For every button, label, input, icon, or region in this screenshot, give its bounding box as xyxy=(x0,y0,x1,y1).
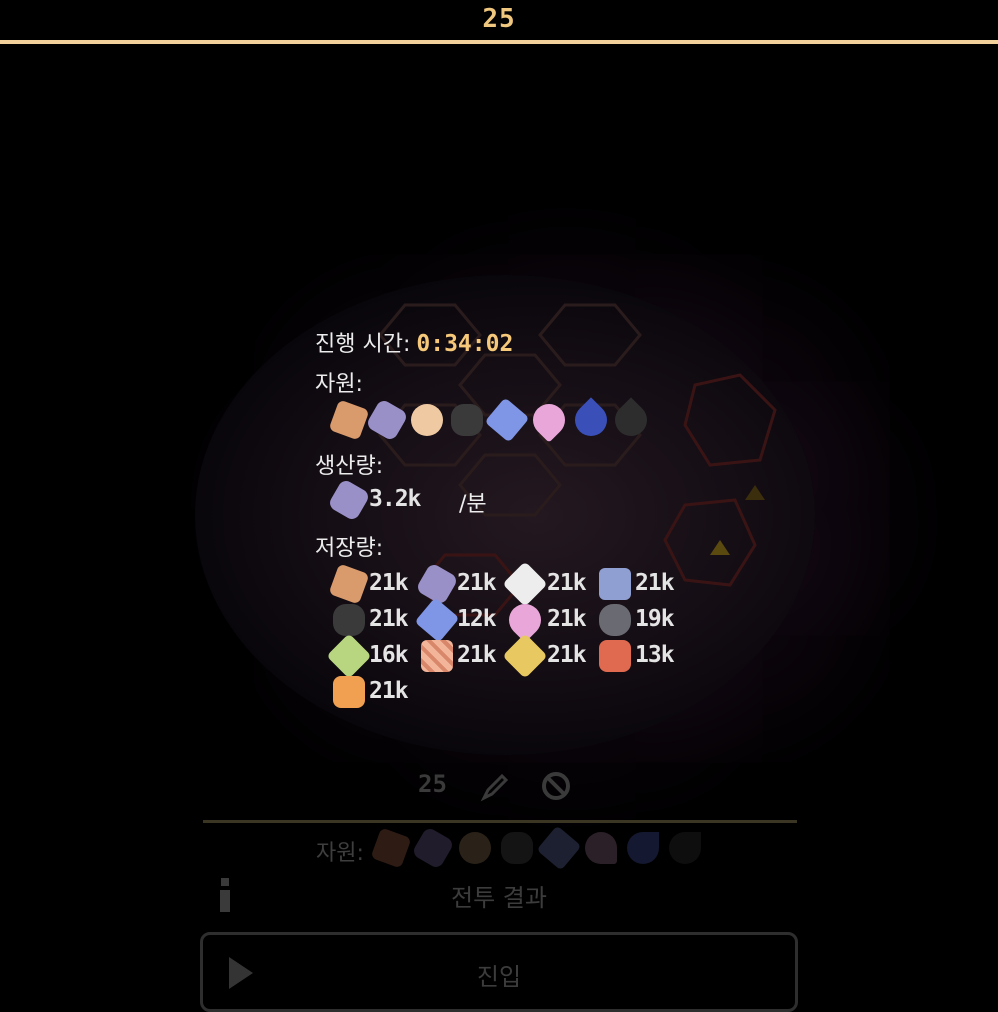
storage-value: 21k xyxy=(457,642,497,668)
pencil-icon[interactable] xyxy=(478,770,512,804)
storage-value: 21k xyxy=(547,570,587,596)
storage-label: 저장량: xyxy=(315,536,384,561)
resource-icons xyxy=(328,397,663,443)
white-crystal-icon xyxy=(502,561,548,607)
steel-block-icon xyxy=(599,568,631,600)
peach-bandage-icon xyxy=(421,640,453,672)
lavender-crystal-icon xyxy=(365,398,409,442)
pink-heart-icon xyxy=(585,832,617,864)
storage-value: 19k xyxy=(635,606,675,632)
copper-ore-icon xyxy=(370,827,412,869)
storage-value: 21k xyxy=(369,606,409,632)
production-unit: /분 xyxy=(459,492,487,517)
lavender-crystal-icon xyxy=(327,478,371,522)
blue-crystal-icon xyxy=(484,397,530,443)
battle-result-button[interactable]: 전투 결과 xyxy=(0,878,998,913)
storage-value: 13k xyxy=(635,642,675,668)
planet-id: 25 xyxy=(418,770,447,798)
sand-nugget-icon xyxy=(459,832,491,864)
gold-gem-icon xyxy=(502,633,548,679)
forbidden-icon[interactable] xyxy=(540,770,572,802)
enter-label: 진입 xyxy=(476,963,522,991)
copper-ore-icon xyxy=(328,399,370,441)
panel-divider xyxy=(203,820,797,823)
production-value: 3.2k xyxy=(369,486,421,512)
top-bar: 25 xyxy=(0,0,998,44)
enter-button[interactable]: 진입 xyxy=(200,932,798,1012)
copper-ore-icon xyxy=(328,563,370,605)
storage-value: 21k xyxy=(635,570,675,596)
storage-value: 21k xyxy=(369,570,409,596)
storage-value: 21k xyxy=(547,606,587,632)
red-ember-icon xyxy=(599,640,631,672)
black-droplet-icon xyxy=(669,832,701,864)
pink-heart-icon xyxy=(526,397,572,443)
dark-stone-icon xyxy=(501,832,533,864)
green-gem-icon xyxy=(326,633,372,679)
storage-value: 21k xyxy=(547,642,587,668)
sand-nugget-icon xyxy=(411,404,443,436)
storage-grid: 21k 21k 21k 21k 21k 12k 21k 19k 16k 21k … xyxy=(326,561,713,708)
lavender-crystal-icon xyxy=(411,826,455,870)
top-divider xyxy=(0,40,998,44)
dark-stone-icon xyxy=(333,604,365,636)
blue-droplet-icon xyxy=(568,397,614,443)
elapsed-time-row: 진행 시간: 0:34:02 xyxy=(315,326,513,358)
blue-crystal-icon xyxy=(414,597,460,643)
black-droplet-icon xyxy=(608,397,654,443)
blue-crystal-icon xyxy=(536,825,582,871)
elapsed-time-label: 진행 시간: xyxy=(315,332,411,357)
storage-value: 16k xyxy=(369,642,409,668)
production-label: 생산량: xyxy=(315,454,384,479)
grey-rock-icon xyxy=(599,604,631,636)
elapsed-time-value: 0:34:02 xyxy=(416,331,514,357)
resources-label: 자원: xyxy=(315,372,363,397)
storage-value: 21k xyxy=(457,570,497,596)
storage-value: 12k xyxy=(457,606,497,632)
level-number: 25 xyxy=(482,4,516,34)
blue-droplet-icon xyxy=(627,832,659,864)
production-row: 3.2k /분 xyxy=(327,478,633,522)
background-resources-label: 자원: xyxy=(316,841,364,866)
dark-stone-icon xyxy=(451,404,483,436)
orange-ember-icon xyxy=(333,676,365,708)
storage-value: 21k xyxy=(369,678,409,704)
